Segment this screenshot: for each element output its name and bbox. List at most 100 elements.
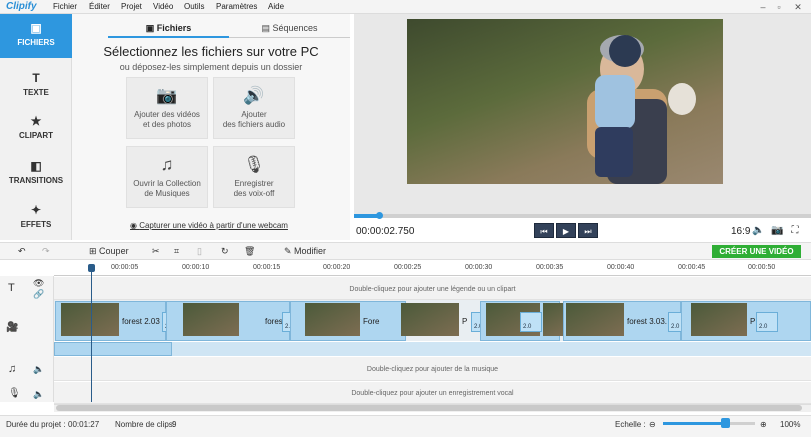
clip-thumbnail	[691, 303, 747, 336]
transition-duration: 2.0	[671, 324, 680, 330]
clip-label: P	[750, 317, 756, 326]
redo-icon[interactable]: ↷	[42, 246, 50, 257]
music-track-hint: Double-cliquez pour ajouter de la musiqu…	[366, 366, 499, 373]
link-icon[interactable]: 🔗	[33, 289, 44, 300]
star-icon: ★	[30, 114, 42, 128]
aspect-ratio-button[interactable]: 16:9	[731, 226, 750, 237]
menu-editer[interactable]: Éditer	[89, 2, 110, 11]
timecode: 00:00:02.750	[356, 226, 415, 237]
panel-subheading: ou déposez-les simplement depuis un doss…	[119, 62, 303, 72]
webcam-capture-link[interactable]: ◉ Capturer une vidéo à partir d'une webc…	[130, 221, 288, 230]
music-volume-icon[interactable]: 🔈	[33, 364, 44, 375]
scissors-icon[interactable]: ✂	[152, 246, 160, 257]
ruler-tick: 00:00:10	[182, 264, 210, 271]
menu-aide[interactable]: Aide	[268, 2, 284, 11]
webcam-label: Capturer une vidéo à partir d'une webcam	[139, 221, 288, 230]
skip-back-icon: ⏮	[540, 227, 548, 236]
clip-label: Fore	[363, 317, 380, 326]
nav-texte[interactable]: T TEXTE	[0, 64, 72, 108]
tab-sequences[interactable]: ▤ Séquences	[229, 18, 350, 38]
tab-fichiers[interactable]: ▣ Fichiers	[108, 18, 229, 38]
rotate-icon[interactable]: ↻	[221, 246, 229, 257]
text-track-icon: T	[8, 282, 15, 294]
ruler-tick: 00:00:20	[323, 264, 351, 271]
clip-thumbnail	[183, 303, 239, 336]
card-label: Ajouter	[241, 110, 267, 119]
transition-marker[interactable]: 2.0	[520, 312, 542, 332]
close-icon[interactable]: ✕	[791, 1, 805, 13]
camera-icon: 📷	[156, 86, 178, 105]
zoom-out-icon[interactable]: ⊖	[649, 420, 656, 429]
nav-label: TRANSITIONS	[8, 176, 64, 185]
maximize-icon[interactable]: ▫	[772, 1, 786, 13]
delete-icon[interactable]: 🗑	[244, 246, 255, 257]
playhead-handle[interactable]	[88, 264, 95, 272]
nav-label: FICHIERS	[17, 38, 55, 47]
cut-button[interactable]: ⊞ Couper	[89, 246, 129, 257]
microphone-icon: 🎙	[243, 155, 265, 174]
add-videos-photos-button[interactable]: 📷 Ajouter des vidéos et des photos	[126, 77, 208, 139]
voice-track-icon: 🎙	[8, 388, 21, 399]
menu-video[interactable]: Vidéo	[153, 2, 173, 11]
stabilize-icon[interactable]: ▯	[197, 246, 202, 257]
nav-clipart[interactable]: ★ CLIPART	[0, 107, 72, 151]
transition-duration: 2.0	[523, 324, 532, 330]
video-preview[interactable]	[407, 19, 723, 184]
music-collection-button[interactable]: ♫ Ouvrir la Collection de Musiques	[126, 146, 208, 208]
clip-thumbnail	[566, 303, 624, 336]
zoom-slider-fill	[663, 422, 725, 425]
minimize-icon[interactable]: –	[756, 1, 770, 13]
add-audio-button[interactable]: 🔊 Ajouter des fichiers audio	[213, 77, 295, 139]
volume-icon[interactable]: 🔈	[752, 225, 764, 237]
duration-label: Durée du projet :	[6, 420, 66, 429]
menu-fichier[interactable]: Fichier	[53, 2, 77, 11]
ruler-tick: 00:00:45	[678, 264, 706, 271]
next-button[interactable]: ⏭	[578, 223, 598, 238]
snapshot-icon[interactable]: 📷	[771, 225, 783, 237]
modify-button[interactable]: ✎ Modifier	[284, 246, 326, 257]
zoom-in-icon[interactable]: ⊕	[760, 420, 767, 429]
transition-marker[interactable]: 2.0	[756, 312, 778, 332]
video-track-icon: 🎥	[6, 322, 19, 333]
ruler-tick: 00:00:40	[607, 264, 635, 271]
clip-count-label: Nombre de clips:	[115, 420, 176, 429]
menu-projet[interactable]: Projet	[121, 2, 142, 11]
nav-effets[interactable]: ✦ EFFETS	[0, 196, 72, 240]
voice-volume-icon[interactable]: 🔈	[33, 389, 44, 400]
menu-parametres[interactable]: Paramètres	[216, 2, 257, 11]
crop-icon[interactable]: ⌗	[174, 246, 179, 257]
nav-fichiers[interactable]: ▣ FICHIERS	[0, 14, 72, 58]
nav-transitions[interactable]: ◧ TRANSITIONS	[0, 152, 72, 196]
ruler-tick: 00:00:30	[465, 264, 493, 271]
seek-bar[interactable]	[354, 214, 811, 218]
card-label: des fichiers audio	[222, 120, 286, 129]
card-label: Enregistrer	[234, 179, 274, 188]
duration-value: 00:01:27	[68, 420, 100, 429]
record-voiceover-button[interactable]: 🎙 Enregistrer des voix-off	[213, 146, 295, 208]
card-label: des voix-off	[233, 189, 275, 198]
transition-duration: 2.0	[759, 324, 768, 330]
zoom-level: 100%	[780, 420, 801, 429]
panel-heading: Sélectionnez les fichiers sur votre PC	[103, 44, 319, 59]
clip-label: forest 2.03	[122, 317, 160, 326]
play-button[interactable]: ▶	[556, 223, 576, 238]
fullscreen-icon[interactable]: ⛶	[789, 225, 801, 237]
zoom-slider-handle[interactable]	[721, 418, 730, 428]
clip-count-value: 9	[172, 420, 177, 429]
music-track-icon: ♫	[8, 363, 17, 375]
undo-icon[interactable]: ↶	[18, 246, 26, 257]
tab-label: Fichiers	[156, 23, 192, 33]
scrollbar-thumb[interactable]	[56, 405, 802, 411]
previous-button[interactable]: ⏮	[534, 223, 554, 238]
ruler-tick: 00:00:15	[253, 264, 281, 271]
eye-icon[interactable]: 👁	[33, 278, 44, 289]
ruler-tick: 00:00:25	[394, 264, 422, 271]
transitions-icon: ◧	[30, 159, 42, 173]
menu-outils[interactable]: Outils	[184, 2, 204, 11]
clip-thumbnail	[543, 303, 565, 336]
seek-handle[interactable]	[376, 212, 383, 219]
clip-audio-selection[interactable]	[54, 342, 172, 356]
image-icon: ▣	[145, 23, 157, 33]
playhead[interactable]	[91, 266, 92, 402]
create-video-button[interactable]: CRÉER UNE VIDÉO	[712, 245, 801, 258]
